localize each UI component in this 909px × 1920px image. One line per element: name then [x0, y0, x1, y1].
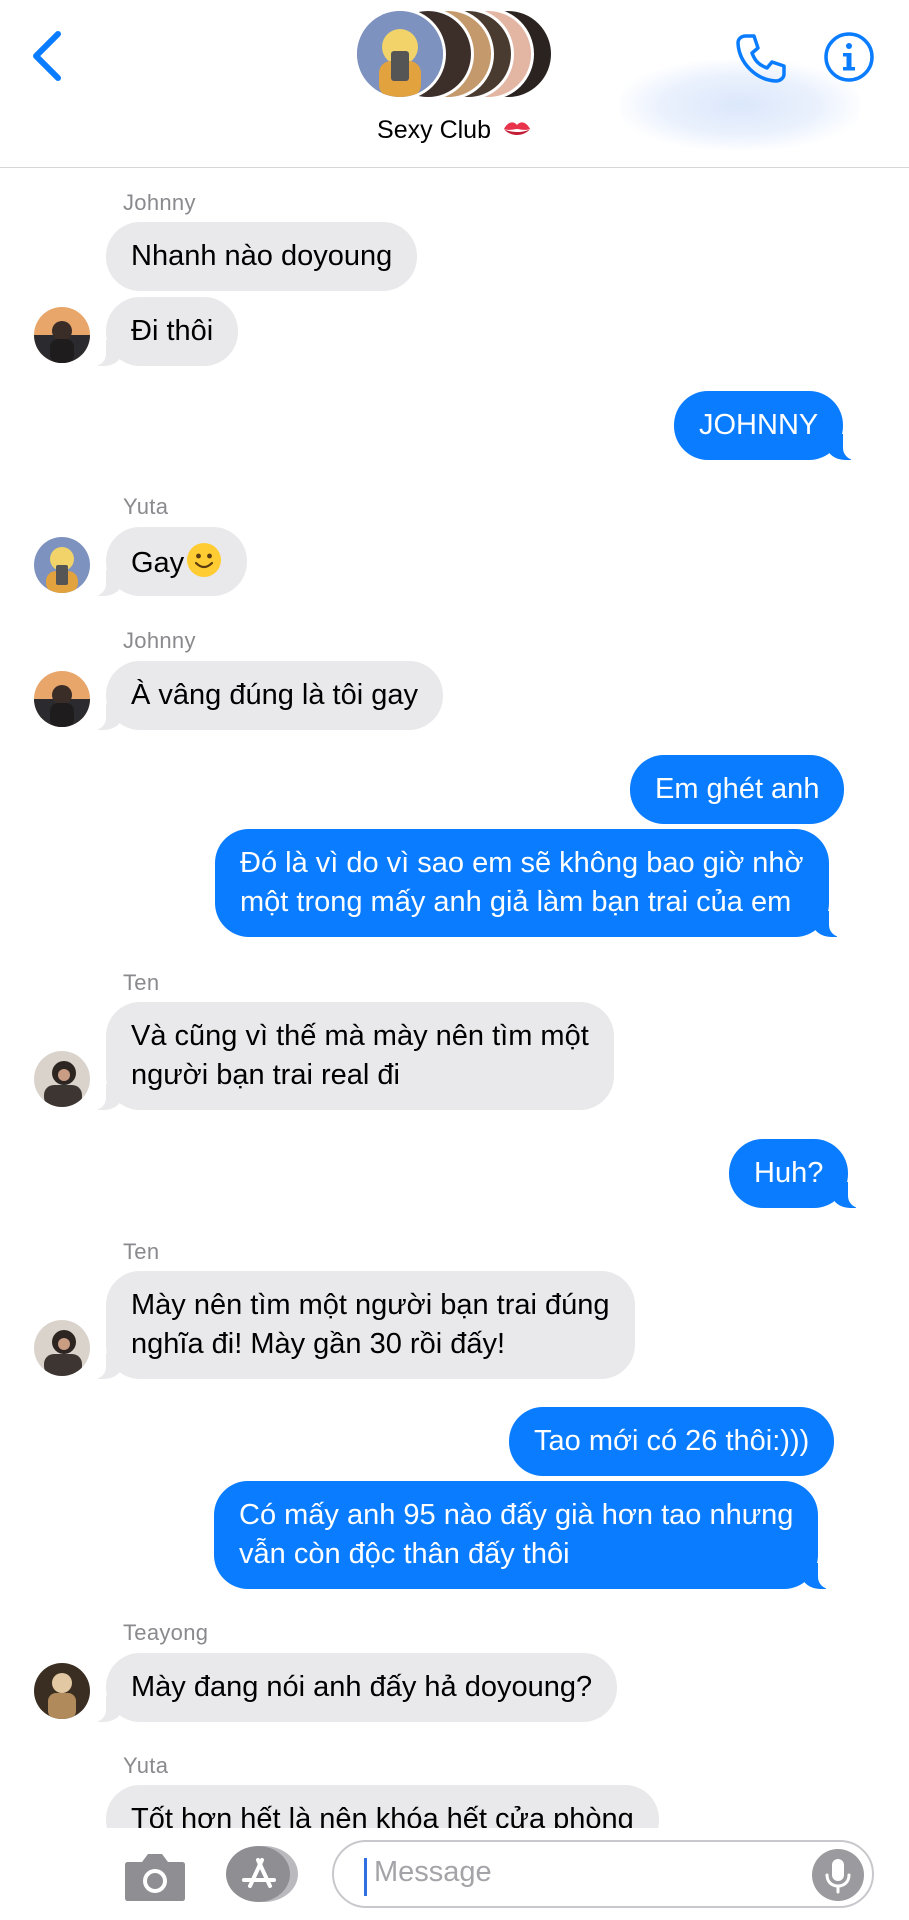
ten-avatar-image [34, 1051, 90, 1107]
message-list[interactable]: Johnny Nhanh nào doyoung Đi thôi JOHNNY … [0, 168, 909, 1828]
app-store-icon [226, 1846, 298, 1902]
incoming-message-bubble[interactable]: Tốt hơn hết là nên khóa hết cửa phòng [106, 1785, 659, 1828]
message-text-line: Và cũng vì thế mà mày nên tìm một [131, 1020, 589, 1052]
chevron-left-icon [33, 31, 61, 81]
incoming-message-bubble[interactable]: Gay [89, 527, 248, 596]
camera-button[interactable] [122, 1848, 188, 1904]
back-button[interactable] [24, 26, 74, 86]
dictation-button[interactable] [812, 1849, 864, 1901]
conversation-header: Sexy Club [0, 0, 909, 168]
sender-name: Yuta [123, 494, 169, 519]
message-text-line: Đó là vì do vì sao em sẽ không bao giờ n… [240, 847, 804, 879]
group-avatar-stack[interactable] [354, 8, 564, 108]
avatar[interactable] [34, 537, 90, 593]
group-main-avatar [354, 8, 446, 100]
incoming-message-bubble[interactable]: Mày nên tìm một người bạn trai đúng nghĩ… [90, 1271, 635, 1379]
incoming-message-bubble[interactable]: Nhanh nào doyoung [106, 222, 418, 291]
message-text-line: người bạn trai real đi [131, 1059, 400, 1091]
avatar[interactable] [34, 1320, 90, 1376]
outgoing-message-bubble[interactable]: Đó là vì do vì sao em sẽ không bao giờ n… [215, 829, 845, 937]
ten-avatar-image [34, 1320, 90, 1376]
message-text-line: vẫn còn độc thân đấy thôi [239, 1538, 570, 1570]
outgoing-message-bubble[interactable]: Huh? [729, 1139, 865, 1208]
message-text-line: Có mấy anh 95 nào đấy già hơn tao nhưng [239, 1499, 794, 1531]
outgoing-message-bubble[interactable]: Tao mới có 26 thôi:))) [509, 1407, 835, 1476]
outgoing-message-bubble[interactable]: Có mấy anh 95 nào đấy già hơn tao nhưng … [214, 1481, 835, 1589]
message-text: Tốt hơn hết là nên khóa hết cửa phòng [131, 1803, 634, 1828]
message-text: Huh? [754, 1157, 824, 1189]
sender-name: Ten [123, 1239, 160, 1264]
message-text: À vâng đúng là tôi gay [131, 679, 418, 711]
call-button[interactable] [732, 30, 788, 86]
info-icon [824, 32, 874, 82]
teayong-avatar-image [34, 1663, 90, 1719]
message-text: Nhanh nào doyoung [131, 240, 393, 272]
sender-name: Ten [123, 970, 160, 995]
message-text-line: một trong mấy anh giả làm bạn trai của e… [240, 886, 792, 918]
message-text: JOHNNY [699, 409, 819, 441]
johnny-avatar-image [34, 307, 90, 363]
message-text: Gay [131, 547, 185, 579]
sender-name: Yuta [123, 1753, 169, 1778]
apps-button[interactable] [224, 1844, 300, 1904]
message-text-line: nghĩa đi! Mày gần 30 rồi đấy! [131, 1328, 506, 1360]
kiss-mark-emoji [503, 122, 530, 135]
outgoing-message-bubble[interactable]: JOHNNY [674, 391, 860, 460]
message-placeholder: Message [374, 1856, 492, 1888]
yuta-avatar-image [34, 537, 90, 593]
microphone-icon [825, 1859, 851, 1894]
avatar[interactable] [34, 307, 90, 363]
sender-name: Johnny [123, 190, 196, 215]
avatar[interactable] [34, 1663, 90, 1719]
phone-icon [736, 34, 786, 83]
message-text: Em ghét anh [655, 773, 820, 805]
message-text-line: Mày nên tìm một người bạn trai đúng [131, 1289, 610, 1321]
message-input[interactable]: Message [332, 1840, 874, 1908]
johnny-avatar-image [34, 671, 90, 727]
incoming-message-bubble[interactable]: Mày đang nói anh đấy hả doyoung? [89, 1653, 618, 1722]
incoming-message-bubble[interactable]: À vâng đúng là tôi gay [90, 661, 443, 730]
camera-icon [125, 1854, 185, 1901]
incoming-message-bubble[interactable]: Và cũng vì thế mà mày nên tìm một người … [90, 1002, 614, 1110]
message-input-bar: Message [0, 1828, 909, 1920]
group-name: Sexy Club [377, 116, 491, 144]
message-text: Tao mới có 26 thôi:))) [534, 1425, 810, 1457]
sender-name: Johnny [123, 628, 196, 653]
sender-name: Teayong [123, 1620, 209, 1645]
text-caret [364, 1858, 367, 1896]
info-button[interactable] [822, 30, 876, 84]
slightly-smiling-face-emoji [187, 543, 222, 577]
message-text: Đi thôi [131, 315, 214, 347]
incoming-message-bubble[interactable]: Đi thôi [89, 297, 239, 366]
avatar[interactable] [34, 671, 90, 727]
message-text: Mày đang nói anh đấy hả doyoung? [131, 1671, 593, 1703]
outgoing-message-bubble[interactable]: Em ghét anh [630, 755, 845, 824]
avatar[interactable] [34, 1051, 90, 1107]
